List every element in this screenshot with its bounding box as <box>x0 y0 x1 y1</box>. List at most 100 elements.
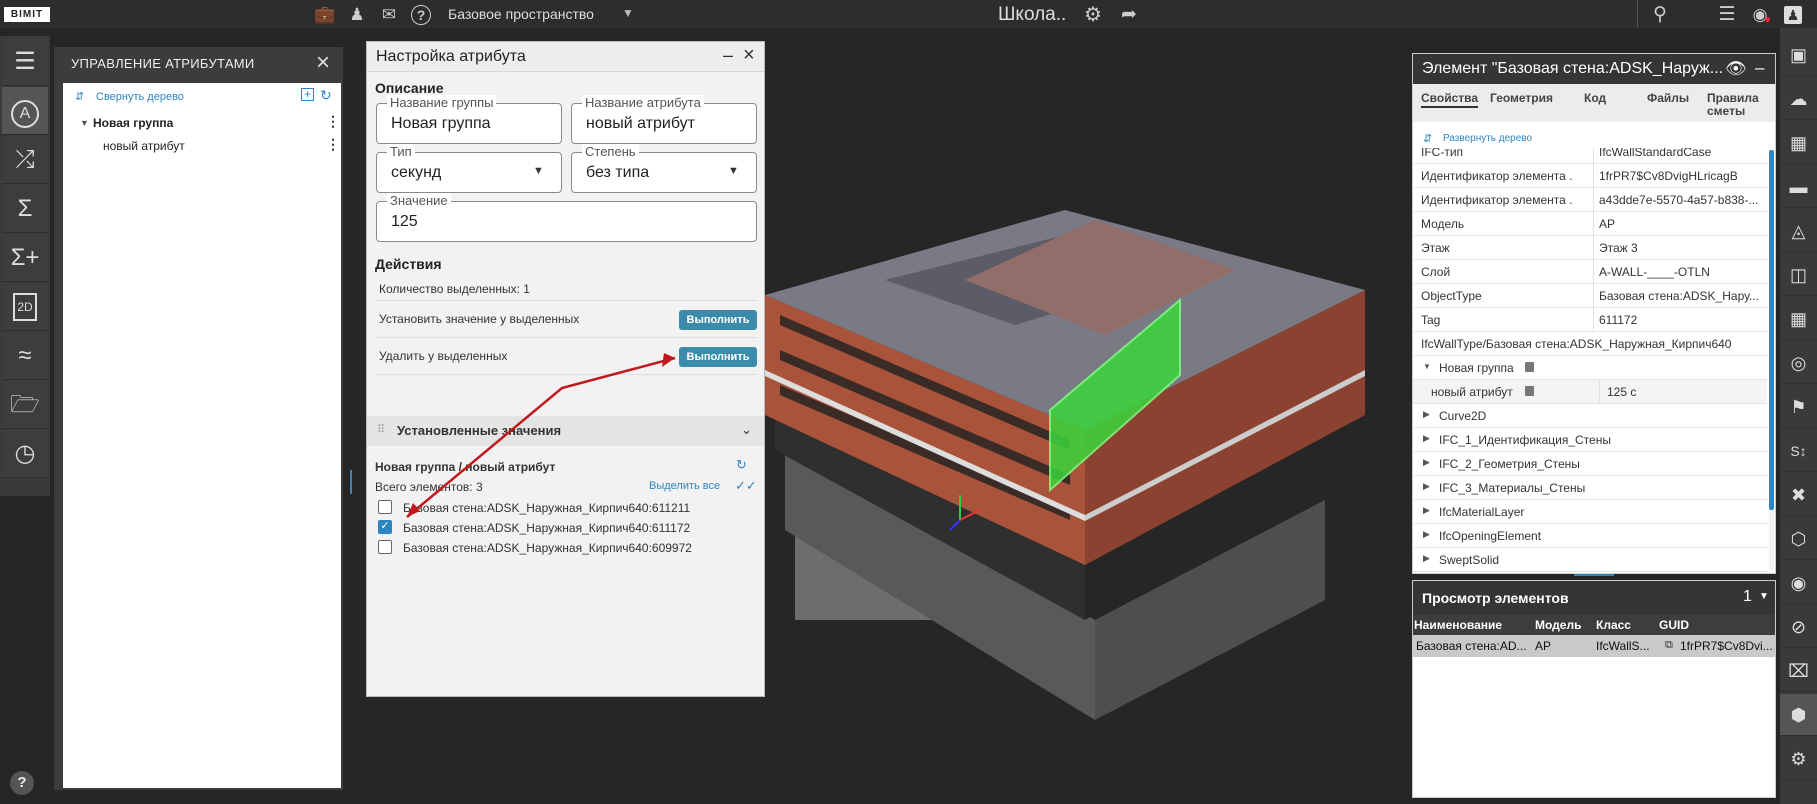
delete-run-button[interactable]: Выполнить <box>679 347 757 367</box>
shuffle-icon[interactable]: ⤮ <box>2 136 48 184</box>
column-header[interactable]: Класс <box>1596 618 1631 632</box>
minimize-icon[interactable]: – <box>1755 58 1764 78</box>
chevron-down-icon[interactable]: ▼ <box>728 165 739 177</box>
tree-group[interactable]: Новая группа <box>93 116 173 130</box>
scrollbar[interactable] <box>1769 150 1774 570</box>
chart-icon[interactable]: ≈ <box>2 332 48 380</box>
collapsed-group[interactable]: ▶ IFC_1_Идентификация_Стены <box>1413 428 1767 452</box>
collapse-tree-link[interactable]: Свернуть дерево <box>96 91 184 103</box>
tab-code[interactable]: Код <box>1584 92 1606 105</box>
expand-caret-icon[interactable]: ▶ <box>1423 553 1430 564</box>
collapsed-group[interactable]: ▶ IFC_2_Геометрия_Стены <box>1413 452 1767 476</box>
tree-icon[interactable]: ☰ <box>2 38 48 86</box>
collapsed-group[interactable]: ▶ SweptSolid <box>1413 548 1767 572</box>
expand-tree-link[interactable]: Развернуть дерево <box>1443 133 1532 144</box>
axes-icon[interactable]: ✖ <box>1780 474 1817 516</box>
expand-caret-icon[interactable]: ▼ <box>80 118 89 128</box>
minimize-icon[interactable]: – <box>723 45 733 66</box>
tab-properties[interactable]: Свойства <box>1421 92 1479 108</box>
settings-icon[interactable]: ⚙ <box>1082 4 1104 26</box>
close-icon[interactable]: × <box>743 44 755 67</box>
value-field[interactable]: Значение 125 <box>376 193 757 242</box>
box-icon[interactable]: ⬡ <box>1780 518 1817 560</box>
briefcase-icon[interactable]: 💼 <box>314 4 336 26</box>
cloud-icon[interactable]: ☁ <box>1780 78 1817 120</box>
group-row[interactable]: ▼ Новая группа <box>1413 356 1767 380</box>
target-icon[interactable]: ◎ <box>1780 342 1817 384</box>
double-check-icon[interactable]: ✓✓ <box>735 478 757 494</box>
account-icon[interactable]: ♟ <box>1784 6 1802 24</box>
ruler-icon[interactable]: ▬ <box>1780 166 1817 208</box>
eye-icon[interactable]: 👁 <box>1725 59 1747 79</box>
workspace-selector[interactable]: Базовое пространство <box>448 6 594 22</box>
sigma-icon[interactable]: Σ <box>2 185 48 233</box>
grid-icon[interactable]: ▦ <box>1780 298 1817 340</box>
column-header[interactable]: GUID <box>1659 618 1689 632</box>
collapse-icon[interactable]: ⇵ <box>75 90 84 103</box>
refresh-icon[interactable]: ↻ <box>320 87 332 104</box>
user-status-icon[interactable]: ◉ <box>1749 4 1771 26</box>
expand-caret-icon[interactable]: ▶ <box>1423 481 1430 492</box>
plane-icon[interactable]: ◬ <box>1780 210 1817 252</box>
tab-geometry[interactable]: Геометрия <box>1490 92 1553 105</box>
collapsed-group[interactable]: ▶ IfcMaterialLayer <box>1413 500 1767 524</box>
bimit-logo[interactable]: BIMIT <box>4 7 50 22</box>
chat-icon[interactable]: ✉ <box>378 4 400 26</box>
chevron-down-icon[interactable]: ⌄ <box>741 422 752 438</box>
chevron-down-icon[interactable]: ▼ <box>1759 591 1769 602</box>
sigma-plus-icon[interactable]: Σ+ <box>2 234 48 282</box>
eye-icon[interactable]: ◉ <box>1780 562 1817 604</box>
set-value-run-button[interactable]: Выполнить <box>679 310 757 330</box>
more-vert-icon[interactable]: ⋮ <box>326 136 340 153</box>
field-value[interactable]: без типа <box>586 164 649 182</box>
help-button[interactable]: ? <box>10 771 34 795</box>
fit-icon[interactable]: ▣ <box>1780 34 1817 76</box>
eye-off-icon[interactable]: ⊘ <box>1780 606 1817 648</box>
cube-split-icon[interactable]: ◫ <box>1780 254 1817 296</box>
attribute-icon[interactable]: A <box>2 87 48 135</box>
chevron-down-icon[interactable]: ▼ <box>533 165 544 177</box>
type-select[interactable]: Тип секунд ▼ <box>376 144 562 193</box>
degree-select[interactable]: Степень без типа ▼ <box>571 144 757 193</box>
close-icon[interactable]: × <box>316 49 330 77</box>
add-group-icon[interactable]: + <box>301 88 314 101</box>
help-icon[interactable]: ? <box>411 5 431 25</box>
users-icon[interactable]: ♟ <box>346 4 368 26</box>
field-value[interactable]: секунд <box>391 164 441 182</box>
collapsed-group[interactable]: ▶ Curve2D <box>1413 404 1767 428</box>
table-row[interactable]: Базовая стена:AD... АР IfcWallS... ⧉ 1fr… <box>1413 635 1775 657</box>
resize-handle[interactable] <box>350 470 352 494</box>
search-icon[interactable]: ⚲ <box>1649 4 1671 26</box>
section-box-icon[interactable]: ▦ <box>1780 122 1817 164</box>
field-value[interactable]: 125 <box>391 213 418 231</box>
field-value[interactable]: новый атрибут <box>586 115 695 133</box>
expand-caret-icon[interactable]: ▶ <box>1423 409 1430 420</box>
group-name-field[interactable]: Название группы Новая группа <box>376 95 562 144</box>
collapsed-group[interactable]: ▶ IFC_3_Материалы_Стены <box>1413 476 1767 500</box>
chevron-down-icon[interactable]: ▼ <box>622 6 634 20</box>
snap-icon[interactable]: S↕ <box>1780 430 1817 472</box>
field-value[interactable]: Новая группа <box>391 115 491 133</box>
hide-icon[interactable]: ⌧ <box>1780 650 1817 692</box>
list-icon[interactable]: ☰ <box>1716 4 1738 26</box>
collapsed-group[interactable]: ▶ IfcOpeningElement <box>1413 524 1767 548</box>
flag-icon[interactable]: ⚑ <box>1780 386 1817 428</box>
expand-caret-icon[interactable]: ▶ <box>1423 457 1430 468</box>
settings-cube-icon[interactable]: ⚙ <box>1780 738 1817 780</box>
attribute-name-field[interactable]: Название атрибута новый атрибут <box>571 95 757 144</box>
expand-icon[interactable]: ⇵ <box>1423 132 1432 145</box>
more-vert-icon[interactable]: ⋮ <box>326 113 340 130</box>
tab-files[interactable]: Файлы <box>1647 92 1689 105</box>
scrollbar-thumb[interactable] <box>1769 150 1774 510</box>
plan-2d-icon[interactable]: 2D <box>2 283 48 331</box>
expand-caret-icon[interactable]: ▶ <box>1423 433 1430 444</box>
checkbox[interactable] <box>378 540 392 554</box>
3d-model-viewport[interactable] <box>765 200 1415 720</box>
copy-icon[interactable]: ⧉ <box>1665 639 1673 652</box>
column-header[interactable]: Модель <box>1535 618 1581 632</box>
resize-handle[interactable] <box>1574 574 1614 576</box>
column-header[interactable]: Наименование <box>1414 618 1502 632</box>
refresh-icon[interactable]: ↻ <box>736 457 747 473</box>
gauge-icon[interactable]: ◷ <box>2 430 48 478</box>
expand-caret-icon[interactable]: ▶ <box>1423 505 1430 516</box>
